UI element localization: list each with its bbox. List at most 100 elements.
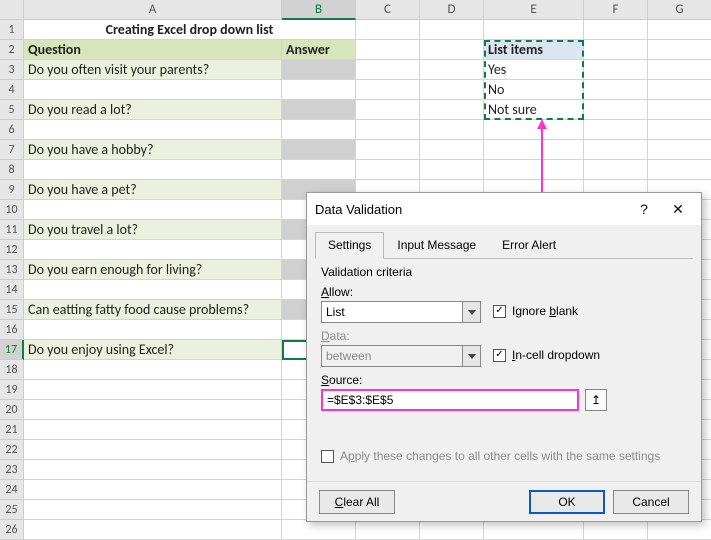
cell-A17[interactable]: Do you enjoy using Excel?: [24, 340, 282, 360]
cell-A26[interactable]: [24, 520, 282, 540]
cell-D5[interactable]: [420, 100, 484, 120]
cell-A20[interactable]: [24, 400, 282, 420]
collapse-dialog-button[interactable]: ↥: [585, 389, 607, 411]
cell-D26[interactable]: [420, 520, 484, 540]
clear-all-button[interactable]: Clear All: [319, 490, 395, 514]
cell-A2[interactable]: Question: [24, 40, 282, 60]
column-header-E[interactable]: E: [484, 0, 584, 20]
cell-C5[interactable]: [356, 100, 420, 120]
cell-A8[interactable]: [24, 160, 282, 180]
row-header-9[interactable]: 9: [0, 180, 24, 200]
cell-F2[interactable]: [584, 40, 648, 60]
cell-A18[interactable]: [24, 360, 282, 380]
cell-E4[interactable]: No: [484, 80, 584, 100]
cell-E2[interactable]: List items: [484, 40, 584, 60]
row-header-1[interactable]: 1: [0, 20, 24, 40]
column-header-D[interactable]: D: [420, 0, 484, 20]
tab-input-message[interactable]: Input Message: [384, 232, 489, 259]
cell-C26[interactable]: [356, 520, 420, 540]
cell-B2[interactable]: Answer: [282, 40, 356, 60]
row-header-18[interactable]: 18: [0, 360, 24, 380]
cell-B6[interactable]: [282, 120, 356, 140]
cell-G4[interactable]: [648, 80, 711, 100]
cell-A9[interactable]: Do you have a pet?: [24, 180, 282, 200]
cell-A7[interactable]: Do you have a hobby?: [24, 140, 282, 160]
source-input[interactable]: =$E$3:$E$5: [321, 389, 579, 411]
row-header-11[interactable]: 11: [0, 220, 24, 240]
ok-button[interactable]: OK: [529, 490, 605, 514]
row-header-12[interactable]: 12: [0, 240, 24, 260]
column-header-A[interactable]: A: [24, 0, 282, 20]
cell-F4[interactable]: [584, 80, 648, 100]
cell-A6[interactable]: [24, 120, 282, 140]
cell-A3[interactable]: Do you often visit your parents?: [24, 60, 282, 80]
cell-A13[interactable]: Do you earn enough for living?: [24, 260, 282, 280]
row-header-8[interactable]: 8: [0, 160, 24, 180]
row-header-22[interactable]: 22: [0, 440, 24, 460]
allow-dropdown[interactable]: List: [321, 301, 481, 323]
row-header-15[interactable]: 15: [0, 300, 24, 320]
cell-D6[interactable]: [420, 120, 484, 140]
column-header-F[interactable]: F: [584, 0, 648, 20]
row-header-10[interactable]: 10: [0, 200, 24, 220]
dialog-titlebar[interactable]: Data Validation ? ✕: [307, 193, 701, 225]
cell-E26[interactable]: [484, 520, 584, 540]
cell-A10[interactable]: [24, 200, 282, 220]
cell-C7[interactable]: [356, 140, 420, 160]
row-header-25[interactable]: 25: [0, 500, 24, 520]
column-header-C[interactable]: C: [356, 0, 420, 20]
cell-F6[interactable]: [584, 120, 648, 140]
cell-F7[interactable]: [584, 140, 648, 160]
help-button[interactable]: ?: [629, 201, 659, 217]
cell-C6[interactable]: [356, 120, 420, 140]
cell-E5[interactable]: Not sure: [484, 100, 584, 120]
cell-F5[interactable]: [584, 100, 648, 120]
cell-D4[interactable]: [420, 80, 484, 100]
row-header-3[interactable]: 3: [0, 60, 24, 80]
cell-G5[interactable]: [648, 100, 711, 120]
cell-C8[interactable]: [356, 160, 420, 180]
cell-E7[interactable]: [484, 140, 584, 160]
row-header-13[interactable]: 13: [0, 260, 24, 280]
cell-A16[interactable]: [24, 320, 282, 340]
row-header-23[interactable]: 23: [0, 460, 24, 480]
row-header-2[interactable]: 2: [0, 40, 24, 60]
cell-F1[interactable]: [584, 20, 648, 40]
close-button[interactable]: ✕: [663, 201, 693, 218]
cell-A11[interactable]: Do you travel a lot?: [24, 220, 282, 240]
cell-C1[interactable]: [356, 20, 420, 40]
cell-B7[interactable]: [282, 140, 356, 160]
cell-A22[interactable]: [24, 440, 282, 460]
cell-E6[interactable]: [484, 120, 584, 140]
cell-A15[interactable]: Can eatting fatty food cause problems?: [24, 300, 282, 320]
cell-C3[interactable]: [356, 60, 420, 80]
select-all-corner[interactable]: [0, 0, 24, 20]
cell-A4[interactable]: [24, 80, 282, 100]
cell-B3[interactable]: [282, 60, 356, 80]
cell-A23[interactable]: [24, 460, 282, 480]
row-header-20[interactable]: 20: [0, 400, 24, 420]
cell-B8[interactable]: [282, 160, 356, 180]
cancel-button[interactable]: Cancel: [613, 490, 689, 514]
cell-D3[interactable]: [420, 60, 484, 80]
tab-settings[interactable]: Settings: [315, 232, 384, 259]
cell-A12[interactable]: [24, 240, 282, 260]
cell-D2[interactable]: [420, 40, 484, 60]
row-header-14[interactable]: 14: [0, 280, 24, 300]
cell-A21[interactable]: [24, 420, 282, 440]
cell-G1[interactable]: [648, 20, 711, 40]
ignore-blank-checkbox[interactable]: ✓ Ignore blank: [493, 304, 578, 318]
cell-G3[interactable]: [648, 60, 711, 80]
row-header-5[interactable]: 5: [0, 100, 24, 120]
cell-C2[interactable]: [356, 40, 420, 60]
cell-D8[interactable]: [420, 160, 484, 180]
cell-B4[interactable]: [282, 80, 356, 100]
cell-A14[interactable]: [24, 280, 282, 300]
cell-A5[interactable]: Do you read a lot?: [24, 100, 282, 120]
cell-B26[interactable]: [282, 520, 356, 540]
row-header-19[interactable]: 19: [0, 380, 24, 400]
row-header-4[interactable]: 4: [0, 80, 24, 100]
cell-G7[interactable]: [648, 140, 711, 160]
cell-D7[interactable]: [420, 140, 484, 160]
column-header-G[interactable]: G: [648, 0, 711, 20]
